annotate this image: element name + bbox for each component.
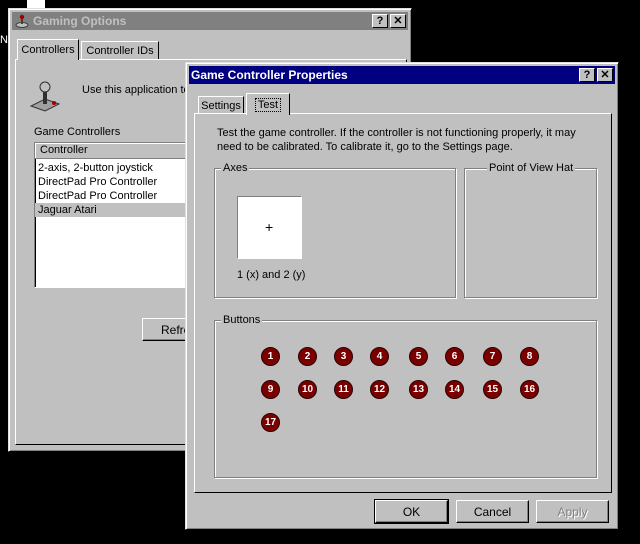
joystick-button-indicator: 7 (483, 347, 502, 366)
tab-label: Test (254, 97, 282, 112)
list-item-label: DirectPad Pro Controller (38, 176, 158, 188)
joystick-button-indicator: 6 (445, 347, 464, 366)
joystick-button-indicator: 10 (298, 380, 317, 399)
cancel-label: Cancel (473, 504, 512, 519)
point-of-view-hat-group: Point of View Hat (464, 162, 597, 298)
joystick-button-indicator: 4 (370, 347, 389, 366)
controllers-list[interactable]: Controller 2-axis, 2-button joystick Dir… (34, 142, 194, 288)
joystick-app-icon (15, 14, 29, 28)
joystick-button-indicator: 14 (445, 380, 464, 399)
test-page: Test the game controller. If the control… (194, 113, 612, 493)
axes-label: Axes (221, 162, 250, 174)
close-button[interactable]: ✕ (597, 68, 613, 82)
game-controllers-label: Game Controllers (34, 126, 121, 138)
help-button[interactable]: ? (579, 68, 595, 82)
close-button[interactable]: ✕ (390, 14, 406, 28)
joystick-large-icon (28, 80, 62, 114)
joystick-button-indicator: 2 (298, 347, 317, 366)
crosshair-icon: + (265, 219, 274, 235)
joystick-button-indicator: 13 (409, 380, 428, 399)
apply-label: Apply (557, 504, 588, 519)
tab-test[interactable]: Test (246, 93, 290, 115)
ok-button[interactable]: OK (374, 499, 449, 524)
joystick-button-indicator: 5 (409, 347, 428, 366)
joystick-button-indicator: 15 (483, 380, 502, 399)
cancel-button[interactable]: Cancel (456, 500, 529, 523)
window-title: Gaming Options (33, 14, 127, 28)
tab-controllers[interactable]: Controllers (17, 39, 79, 60)
joystick-button-indicator: 8 (520, 347, 539, 366)
help-button[interactable]: ? (372, 14, 388, 28)
instructions-text: Test the game controller. If the control… (217, 127, 576, 153)
dialog-titlebar[interactable]: Game Controller Properties ? ✕ (189, 66, 615, 84)
list-item[interactable]: DirectPad Pro Controller (35, 175, 193, 189)
list-item-label: 2-axis, 2-button joystick (38, 162, 153, 174)
description-text: Use this application to (82, 84, 190, 96)
axes-group: Axes + 1 (x) and 2 (y) (214, 162, 456, 298)
gaming-options-titlebar[interactable]: Gaming Options ? ✕ (12, 12, 408, 30)
tab-label: Settings (201, 100, 241, 112)
axes-display: + (237, 196, 302, 259)
tab-controller-ids[interactable]: Controller IDs (81, 41, 159, 60)
list-item[interactable]: 2-axis, 2-button joystick (35, 161, 193, 175)
joystick-button-indicator: 12 (370, 380, 389, 399)
apply-button[interactable]: Apply (536, 500, 609, 523)
joystick-button-indicator: 3 (334, 347, 353, 366)
desktop-text-fragment: N (0, 34, 8, 46)
game-controller-properties-dialog[interactable]: Game Controller Properties ? ✕ Settings … (185, 62, 619, 530)
joystick-button-indicator: 17 (261, 413, 280, 432)
dialog-title: Game Controller Properties (191, 68, 348, 82)
tab-label: Controllers (21, 44, 75, 56)
list-item[interactable]: DirectPad Pro Controller (35, 189, 193, 203)
buttons-group: Buttons 1 2 3 4 5 6 7 8 9 10 11 12 13 14… (214, 314, 597, 478)
axes-caption: 1 (x) and 2 (y) (237, 269, 306, 281)
list-item-label: DirectPad Pro Controller (38, 190, 158, 202)
tab-label: Controller IDs (86, 45, 154, 57)
list-header-label: Controller (40, 144, 88, 156)
list-header[interactable]: Controller (35, 143, 193, 159)
buttons-label: Buttons (221, 314, 263, 326)
list-item-selected[interactable]: Jaguar Atari (35, 203, 193, 217)
joystick-button-indicator: 9 (261, 380, 280, 399)
pov-label: Point of View Hat (487, 162, 576, 174)
joystick-button-indicator: 1 (261, 347, 280, 366)
joystick-button-indicator: 16 (520, 380, 539, 399)
joystick-button-indicator: 11 (334, 380, 353, 399)
list-item-label: Jaguar Atari (38, 204, 97, 216)
ok-label: OK (402, 504, 421, 519)
